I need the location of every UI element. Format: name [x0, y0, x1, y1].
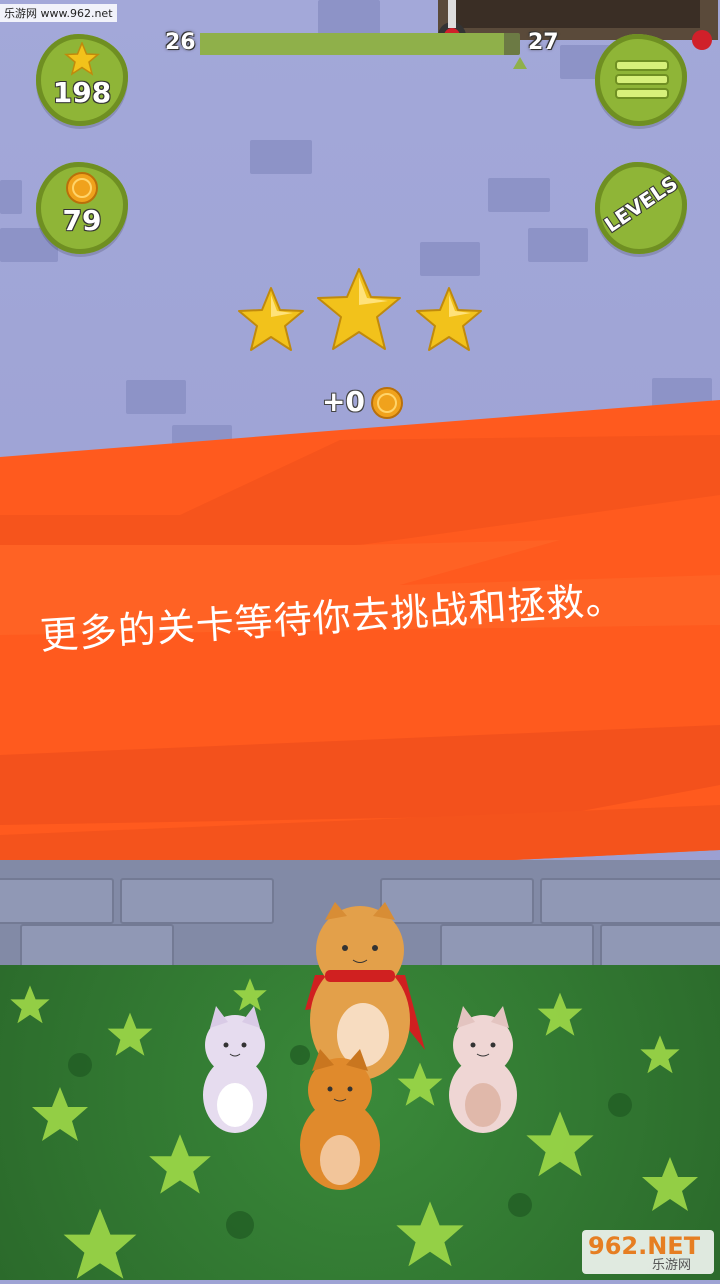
level-progress-bar — [200, 33, 520, 55]
star-icon — [317, 268, 401, 350]
menu-icon-line — [615, 74, 669, 85]
next-level-number: 27 — [528, 30, 559, 55]
star-icon — [238, 287, 304, 351]
watermark-text: 乐游网 www.962.net — [0, 4, 117, 22]
star-icon — [64, 42, 100, 76]
watermark-sub-text: 乐游网 — [652, 1258, 692, 1273]
result-star-2 — [314, 265, 404, 355]
result-star-3 — [414, 285, 484, 355]
progress-marker-icon — [513, 57, 527, 69]
cat-lilac — [203, 1006, 267, 1133]
coin-icon — [66, 172, 98, 204]
star-count: 198 — [52, 76, 112, 109]
levels-button-label: LEVELS — [600, 170, 682, 238]
coin-count: 79 — [62, 204, 102, 237]
star-icon — [416, 287, 482, 351]
result-star-1 — [236, 285, 306, 355]
watermark-logo: 962.NET 乐游网 — [582, 1230, 714, 1274]
menu-icon — [615, 60, 669, 71]
menu-icon-line — [615, 88, 669, 99]
cat-pink — [449, 1006, 517, 1133]
level-progress-fill — [200, 33, 504, 55]
cat-ginger — [300, 1049, 380, 1190]
current-level-number: 26 — [165, 30, 196, 55]
